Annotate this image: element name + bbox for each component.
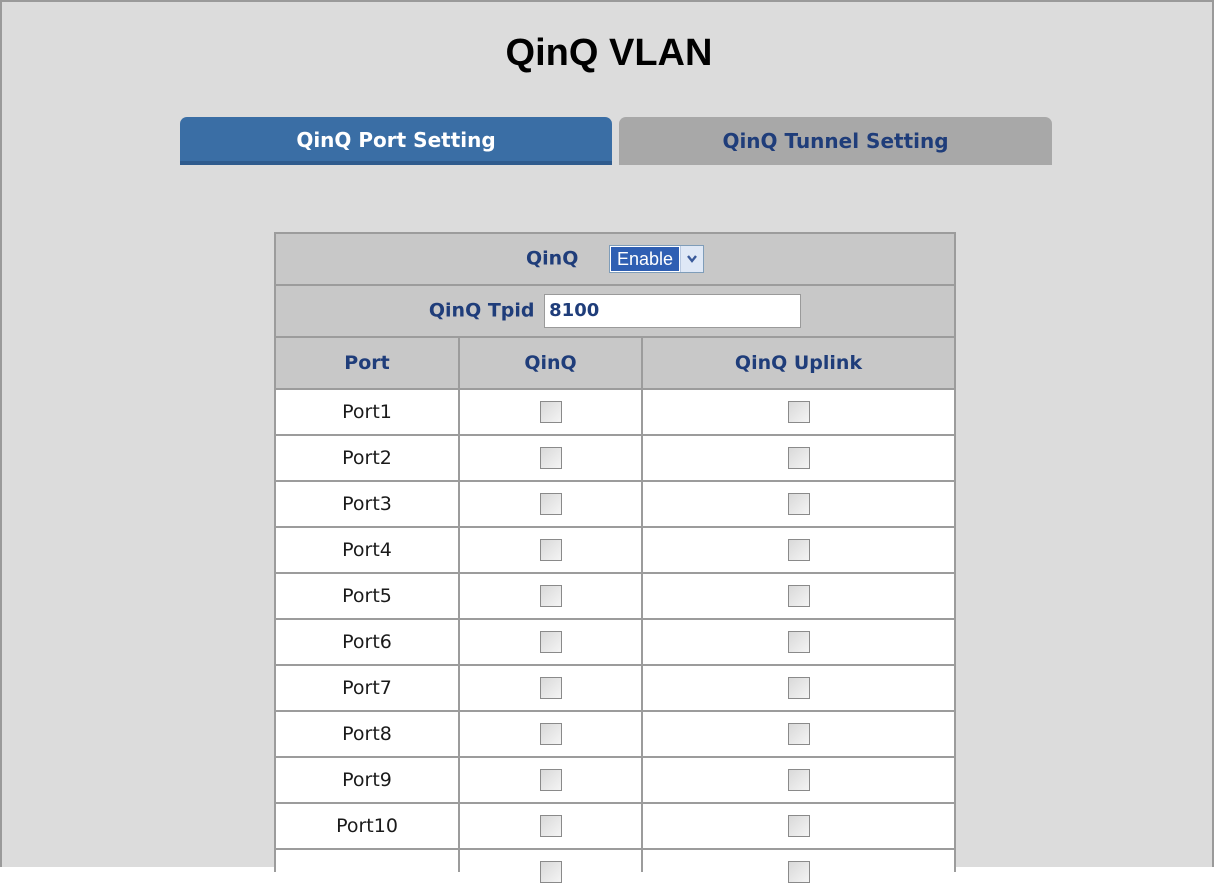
qinq-uplink-checkbox-cell [643,850,955,894]
port-name-cell: Port2 [276,436,458,480]
table-row: Port8 [276,712,955,756]
qinq-uplink-checkbox-cell [643,390,955,434]
port-name-cell: Port3 [276,482,458,526]
table-row: Port1 [276,390,955,434]
qinq-checkbox[interactable] [539,769,562,792]
qinq-uplink-checkbox-cell [643,666,955,710]
tpid-input[interactable]: 8100 [544,294,802,328]
port-name-cell: Port6 [276,620,458,664]
qinq-uplink-checkbox-cell [643,436,955,480]
qinq-checkbox-cell [460,574,641,618]
qinq-uplink-checkbox-cell [643,482,955,526]
port-name-cell: Port5 [276,574,458,618]
qinq-uplink-checkbox[interactable] [787,493,810,516]
qinq-uplink-checkbox-cell [643,712,955,756]
column-header-qinq-uplink: QinQ Uplink [643,338,955,388]
table-row: Port4 [276,528,955,572]
qinq-uplink-checkbox-cell [643,804,955,848]
qinq-checkbox-cell [460,804,641,848]
qinq-checkbox-cell [460,436,641,480]
port-name-cell: Port9 [276,758,458,802]
qinq-uplink-checkbox[interactable] [787,677,810,700]
chevron-down-icon[interactable] [680,246,704,272]
qinq-mode-label: QinQ [526,247,579,270]
qinq-settings-table: QinQ Enable QinQ Tpid 8100 Port QinQ Qin… [274,232,956,894]
port-name-cell: Port4 [276,528,458,572]
qinq-checkbox-cell [460,712,641,756]
table-row: Port6 [276,620,955,664]
qinq-checkbox[interactable] [539,677,562,700]
table-row [276,850,955,894]
qinq-uplink-checkbox[interactable] [787,539,810,562]
port-name-cell: Port1 [276,390,458,434]
qinq-mode-select[interactable]: Enable [608,245,705,273]
qinq-uplink-checkbox[interactable] [787,815,810,838]
qinq-checkbox[interactable] [539,631,562,654]
qinq-uplink-checkbox-cell [643,620,955,664]
qinq-uplink-checkbox-cell [643,574,955,618]
column-header-port: Port [276,338,458,388]
qinq-checkbox[interactable] [539,861,562,884]
qinq-checkbox-cell [460,758,641,802]
tpid-cell: QinQ Tpid 8100 [276,286,955,336]
qinq-checkbox[interactable] [539,815,562,838]
port-name-cell [276,850,458,894]
qinq-checkbox-cell [460,666,641,710]
qinq-uplink-checkbox[interactable] [787,447,810,470]
qinq-checkbox-cell [460,620,641,664]
table-row: Port9 [276,758,955,802]
qinq-mode-cell: QinQ Enable [276,234,955,284]
qinq-checkbox-cell [460,390,641,434]
qinq-checkbox[interactable] [539,493,562,516]
table-row: Port3 [276,482,955,526]
tab-qinq-port-setting[interactable]: QinQ Port Setting [180,117,612,165]
tab-qinq-tunnel-setting[interactable]: QinQ Tunnel Setting [619,117,1052,165]
qinq-checkbox[interactable] [539,447,562,470]
table-row: Port2 [276,436,955,480]
qinq-uplink-checkbox[interactable] [787,861,810,884]
qinq-uplink-checkbox-cell [643,758,955,802]
qinq-checkbox-cell [460,528,641,572]
port-name-cell: Port7 [276,666,458,710]
qinq-uplink-checkbox[interactable] [787,585,810,608]
port-name-cell: Port8 [276,712,458,756]
qinq-uplink-checkbox[interactable] [787,769,810,792]
tpid-label: QinQ Tpid [428,299,535,322]
table-row: Port10 [276,804,955,848]
column-header-qinq: QinQ [460,338,641,388]
qinq-uplink-checkbox[interactable] [787,723,810,746]
qinq-checkbox-cell [460,482,641,526]
qinq-uplink-checkbox[interactable] [787,401,810,424]
qinq-uplink-checkbox[interactable] [787,631,810,654]
qinq-checkbox-cell [460,850,641,894]
qinq-checkbox[interactable] [539,585,562,608]
page-title: QinQ VLAN [505,32,713,74]
qinq-checkbox[interactable] [539,401,562,424]
port-name-cell: Port10 [276,804,458,848]
table-row: Port7 [276,666,955,710]
qinq-checkbox[interactable] [539,723,562,746]
table-row: Port5 [276,574,955,618]
page-frame: QinQ VLAN QinQ Port Setting QinQ Tunnel … [0,0,1214,894]
qinq-uplink-checkbox-cell [643,528,955,572]
qinq-mode-selected-value: Enable [610,247,680,271]
qinq-checkbox[interactable] [539,539,562,562]
